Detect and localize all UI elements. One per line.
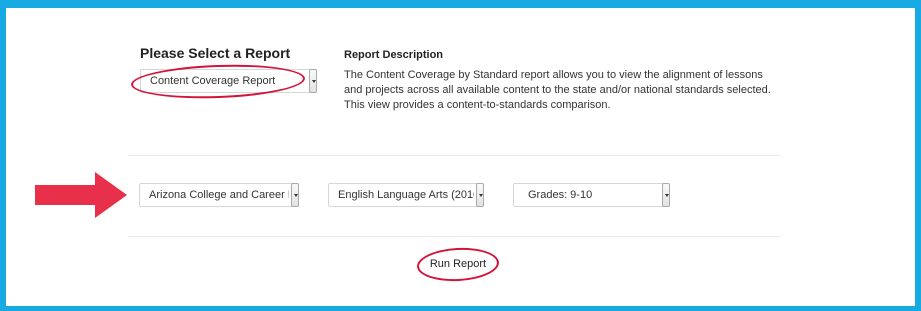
subject-select[interactable]: English Language Arts (2010 (328, 183, 484, 207)
report-select-heading: Please Select a Report (140, 45, 291, 61)
standard-select-value: Arizona College and Career I (149, 189, 289, 201)
chevron-down-icon[interactable] (291, 183, 299, 207)
report-type-value: Content Coverage Report (150, 75, 276, 87)
grades-select[interactable]: Grades: 9-10 (513, 183, 670, 207)
report-description-title: Report Description (344, 49, 444, 61)
run-report-button[interactable]: Run Report (418, 252, 498, 276)
section-divider-bottom (128, 236, 780, 237)
standard-select[interactable]: Arizona College and Career I (139, 183, 299, 207)
chevron-down-icon[interactable] (662, 183, 670, 207)
chevron-down-icon[interactable] (309, 69, 317, 93)
subject-select-value: English Language Arts (2010 (338, 189, 474, 201)
report-description-text: The Content Coverage by Standard report … (344, 69, 771, 111)
grades-select-value: Grades: 9-10 (528, 189, 593, 201)
chevron-down-icon[interactable] (476, 183, 484, 207)
arrow-right-icon (35, 172, 127, 218)
section-divider-top (128, 155, 780, 156)
report-type-select[interactable]: Content Coverage Report (140, 69, 317, 93)
